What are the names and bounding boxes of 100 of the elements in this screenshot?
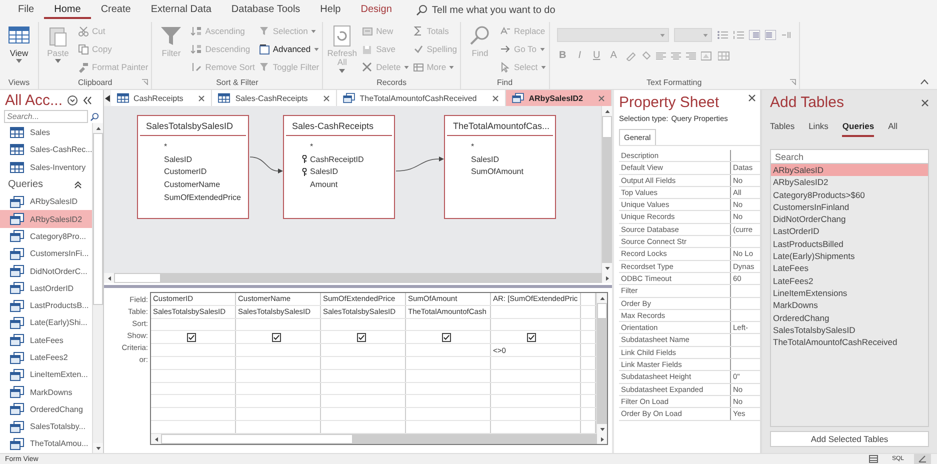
ribbon-button[interactable]: Advanced (258, 42, 320, 56)
document-tab[interactable]: ARbySalesID2 (506, 90, 612, 106)
grid-cell[interactable] (151, 356, 236, 370)
nav-item[interactable]: TheTotalAmou... (0, 435, 92, 453)
nav-item[interactable]: Late(Early)Shi... (0, 314, 92, 332)
grid-cell[interactable] (406, 330, 490, 344)
nav-item[interactable]: Category8Pro... (0, 228, 92, 246)
dropdown-icon[interactable] (66, 95, 78, 106)
nav-item[interactable]: LateFees2 (0, 348, 92, 366)
list-item[interactable]: LateFees (771, 262, 928, 275)
scroll-down-icon[interactable] (604, 266, 610, 270)
scrollbar[interactable] (92, 123, 103, 453)
ribbon-button[interactable]: View (3, 22, 35, 76)
close-icon[interactable] (748, 94, 756, 102)
scroll-down-icon[interactable] (600, 428, 604, 430)
scroll-left-icon[interactable] (154, 436, 158, 442)
field-name[interactable]: * (471, 142, 474, 151)
field-name[interactable]: Amount (310, 180, 338, 190)
grid-cell[interactable] (320, 356, 406, 370)
tab[interactable]: Queries (842, 121, 874, 137)
document-tab[interactable]: CashReceipts (110, 90, 212, 106)
nav-item[interactable]: ARbySalesID2 (0, 210, 92, 228)
show-checkbox[interactable] (357, 333, 366, 342)
nav-item[interactable]: Sales-Inventory (0, 158, 92, 176)
close-icon[interactable] (198, 94, 206, 102)
show-checkbox[interactable] (272, 333, 281, 342)
scroll-thumb[interactable] (161, 434, 353, 444)
nav-item[interactable]: MarkDowns (0, 383, 92, 401)
grid-cell[interactable] (236, 330, 320, 344)
grid-cell[interactable] (236, 344, 320, 357)
grid-cell[interactable] (490, 330, 580, 344)
nav-item[interactable]: Sales (0, 124, 92, 142)
grid-cell[interactable] (236, 356, 320, 370)
scroll-up-icon[interactable] (604, 110, 610, 112)
grid-cell[interactable] (406, 318, 490, 331)
field-name[interactable]: SalesID (164, 154, 192, 164)
grid-cell[interactable] (490, 356, 580, 370)
list-item[interactable]: LastProductsBilled (771, 238, 928, 250)
scroll-thumb[interactable] (93, 133, 103, 305)
nav-item[interactable]: SalesTotalsby... (0, 418, 92, 436)
grid-cell[interactable] (406, 356, 490, 370)
list-item[interactable]: Category8Products>$60 (771, 188, 928, 201)
scroll-up-icon[interactable] (600, 296, 604, 300)
dialog-launcher-icon[interactable] (790, 79, 796, 85)
document-tab[interactable]: TheTotalAmountofCashReceived (336, 90, 506, 106)
grid-cell[interactable] (490, 305, 580, 318)
menu-tab[interactable]: Database Tools (221, 1, 310, 19)
tab[interactable]: All (888, 121, 898, 137)
nav-item[interactable]: LastProductsB... (0, 296, 92, 314)
field-name[interactable]: CashReceiptID (310, 154, 364, 164)
grid-cell[interactable] (320, 318, 406, 331)
scrollbar[interactable] (151, 434, 607, 444)
scroll-up-icon[interactable] (96, 126, 101, 130)
nav-item[interactable]: LastOrderID (0, 280, 92, 297)
list-item[interactable]: ARbySalesID (771, 164, 928, 176)
list-item[interactable]: MarkDowns (771, 299, 928, 312)
dialog-launcher-icon[interactable] (142, 79, 148, 85)
nav-item[interactable]: CustomersInFi... (0, 245, 92, 262)
nav-item[interactable]: Sales-CashRec... (0, 141, 92, 159)
list-item[interactable]: LineItemExtensions (771, 286, 928, 300)
close-icon[interactable] (921, 98, 929, 106)
search-field[interactable]: Search (770, 149, 929, 164)
collapse-ribbon-icon[interactable] (920, 79, 929, 85)
menu-tab[interactable]: Design (350, 1, 402, 19)
nav-item[interactable]: OrderedChang (0, 400, 92, 418)
menu-tab[interactable]: Help (310, 1, 351, 19)
menu-tab[interactable]: External Data (140, 1, 222, 19)
list-item[interactable]: ARbySalesID2 (771, 176, 928, 189)
nav-item[interactable]: DidNotOrderC... (0, 262, 92, 280)
field-name[interactable]: * (164, 142, 168, 151)
scroll-thumb[interactable] (597, 303, 607, 319)
scrollbar[interactable] (601, 106, 612, 273)
grid-cell[interactable] (320, 330, 406, 344)
scroll-thumb[interactable] (114, 273, 161, 283)
field-name[interactable]: SumOfExtendedPrice (164, 193, 241, 202)
nav-item[interactable]: LineItemExten... (0, 366, 92, 384)
tell-me-field[interactable]: Tell me what you want to do (432, 4, 602, 16)
grid-cell[interactable] (406, 344, 490, 357)
search-field[interactable]: Search... (4, 110, 88, 123)
show-checkbox[interactable] (187, 333, 196, 342)
field-name[interactable]: CustomerID (164, 167, 207, 176)
grid-cell[interactable] (151, 330, 236, 344)
collapse-pane-icon[interactable] (82, 96, 92, 105)
grid-cell[interactable] (490, 318, 580, 331)
scroll-down-icon[interactable] (96, 446, 101, 450)
scroll-thumb[interactable] (602, 116, 612, 138)
nav-item[interactable]: ARbySalesID (0, 193, 92, 210)
nav-item[interactable]: LateFees (0, 332, 92, 349)
grid-cell[interactable] (151, 344, 236, 357)
close-icon[interactable] (492, 94, 499, 102)
field-name[interactable]: SalesID (471, 154, 500, 164)
collapse-icon[interactable] (74, 180, 82, 189)
list-item[interactable]: LateFees2 (771, 274, 928, 287)
list-item[interactable]: LastOrderID (771, 225, 928, 238)
tab[interactable]: Links (808, 121, 828, 137)
list-item[interactable]: OrderedChang (771, 312, 928, 324)
field-name[interactable]: CustomerName (164, 180, 220, 190)
menu-tab[interactable]: Create (90, 1, 141, 19)
close-icon[interactable] (598, 94, 605, 102)
list-item[interactable]: Late(Early)Shipments (771, 250, 928, 262)
